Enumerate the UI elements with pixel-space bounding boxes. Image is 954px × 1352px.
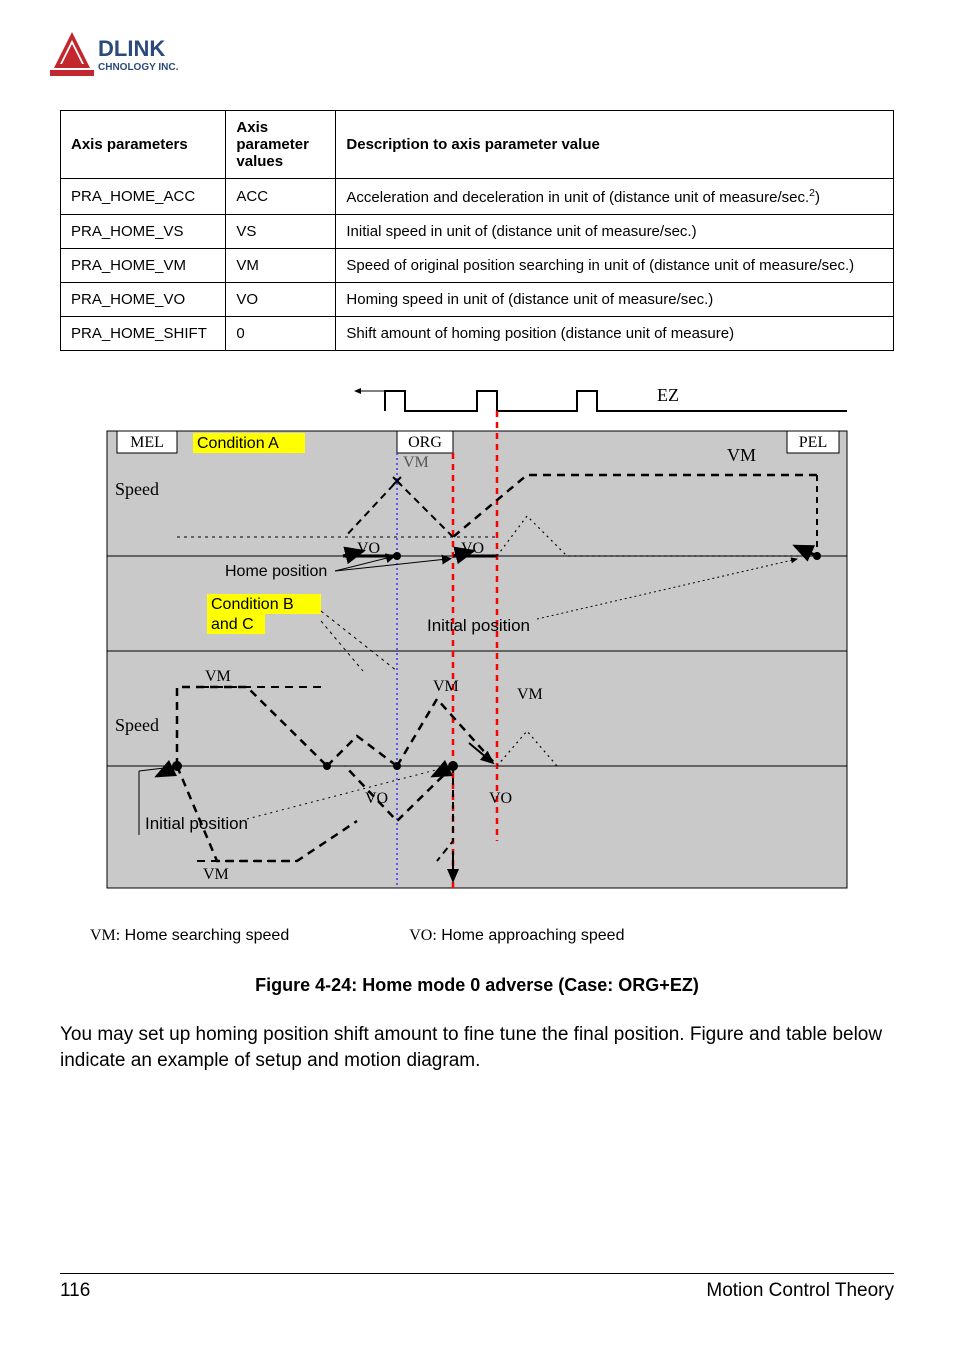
cell-value: VM [226, 249, 336, 283]
diagram-legend: VM: Home searching speed VO: Home approa… [90, 927, 894, 945]
label-speed-top: Speed [115, 479, 159, 499]
col-axis-params: Axis parameters [61, 111, 226, 179]
label-ez: EZ [657, 385, 679, 405]
cell-desc: Acceleration and deceleration in unit of… [336, 179, 894, 215]
label-vm-right: VM [517, 686, 543, 703]
table-row: PRA_HOME_ACC ACC Acceleration and decele… [61, 179, 894, 215]
label-vo-br: VO [489, 790, 512, 807]
legend-vm: VM: Home searching speed [90, 927, 289, 945]
cell-desc: Speed of original position searching in … [336, 249, 894, 283]
label-vo-top-left: VO [357, 540, 380, 557]
col-description: Description to axis parameter value [336, 111, 894, 179]
label-condition-bc-2: and C [211, 616, 254, 633]
cell-desc: Homing speed in unit of (distance unit o… [336, 283, 894, 317]
label-initial-pos-bottom: Initial position [145, 814, 248, 833]
label-org: ORG [408, 434, 442, 451]
logo-text-bottom: CHNOLOGY INC. [98, 62, 179, 73]
col-axis-values: Axis parameter values [226, 111, 336, 179]
legend-vo: VO: Home approaching speed [409, 927, 624, 945]
cell-param: PRA_HOME_ACC [61, 179, 226, 215]
page-number: 116 [60, 1280, 90, 1302]
label-vm-top: VM [727, 445, 756, 465]
label-home-position: Home position [225, 563, 327, 580]
adlink-logo: DLINK CHNOLOGY INC. [50, 30, 220, 85]
label-vm-low: VM [203, 866, 229, 883]
label-initial-pos-top: Initial position [427, 616, 530, 635]
cell-value: ACC [226, 179, 336, 215]
cell-param: PRA_HOME_SHIFT [61, 317, 226, 351]
table-row: PRA_HOME_VO VO Homing speed in unit of (… [61, 283, 894, 317]
content-area: Axis parameters Axis parameter values De… [60, 110, 894, 1073]
label-vo-bl: VO [365, 790, 388, 807]
cell-value: 0 [226, 317, 336, 351]
table-row: PRA_HOME_VM VM Speed of original positio… [61, 249, 894, 283]
figure-caption: Figure 4-24: Home mode 0 adverse (Case: … [60, 975, 894, 996]
table-row: PRA_HOME_SHIFT 0 Shift amount of homing … [61, 317, 894, 351]
page: DLINK CHNOLOGY INC. Axis parameters Axis… [0, 0, 954, 1352]
label-condition-bc-1: Condition B [211, 596, 294, 613]
body-paragraph: You may set up homing position shift amo… [60, 1022, 894, 1073]
cell-value: VO [226, 283, 336, 317]
cell-param: PRA_HOME_VO [61, 283, 226, 317]
page-footer: 116 Motion Control Theory [60, 1273, 894, 1302]
label-speed-bottom: Speed [115, 715, 159, 735]
section-title: Motion Control Theory [706, 1280, 894, 1302]
logo-text-top: DLINK [98, 36, 165, 61]
cell-param: PRA_HOME_VM [61, 249, 226, 283]
label-vm-bl: VM [205, 668, 231, 685]
table-row: PRA_HOME_VS VS Initial speed in unit of … [61, 215, 894, 249]
label-vm-org: VM [403, 454, 429, 471]
label-pel: PEL [799, 434, 827, 451]
homing-diagram: EZ MEL ORG PEL Condition A Speed Speed [60, 381, 894, 921]
label-vm-mid: VM [433, 678, 459, 695]
label-condition-a: Condition A [197, 435, 279, 452]
label-mel: MEL [130, 434, 164, 451]
axis-parameters-table: Axis parameters Axis parameter values De… [60, 110, 894, 351]
table-header-row: Axis parameters Axis parameter values De… [61, 111, 894, 179]
cell-param: PRA_HOME_VS [61, 215, 226, 249]
cell-desc: Shift amount of homing position (distanc… [336, 317, 894, 351]
cell-value: VS [226, 215, 336, 249]
cell-desc: Initial speed in unit of (distance unit … [336, 215, 894, 249]
